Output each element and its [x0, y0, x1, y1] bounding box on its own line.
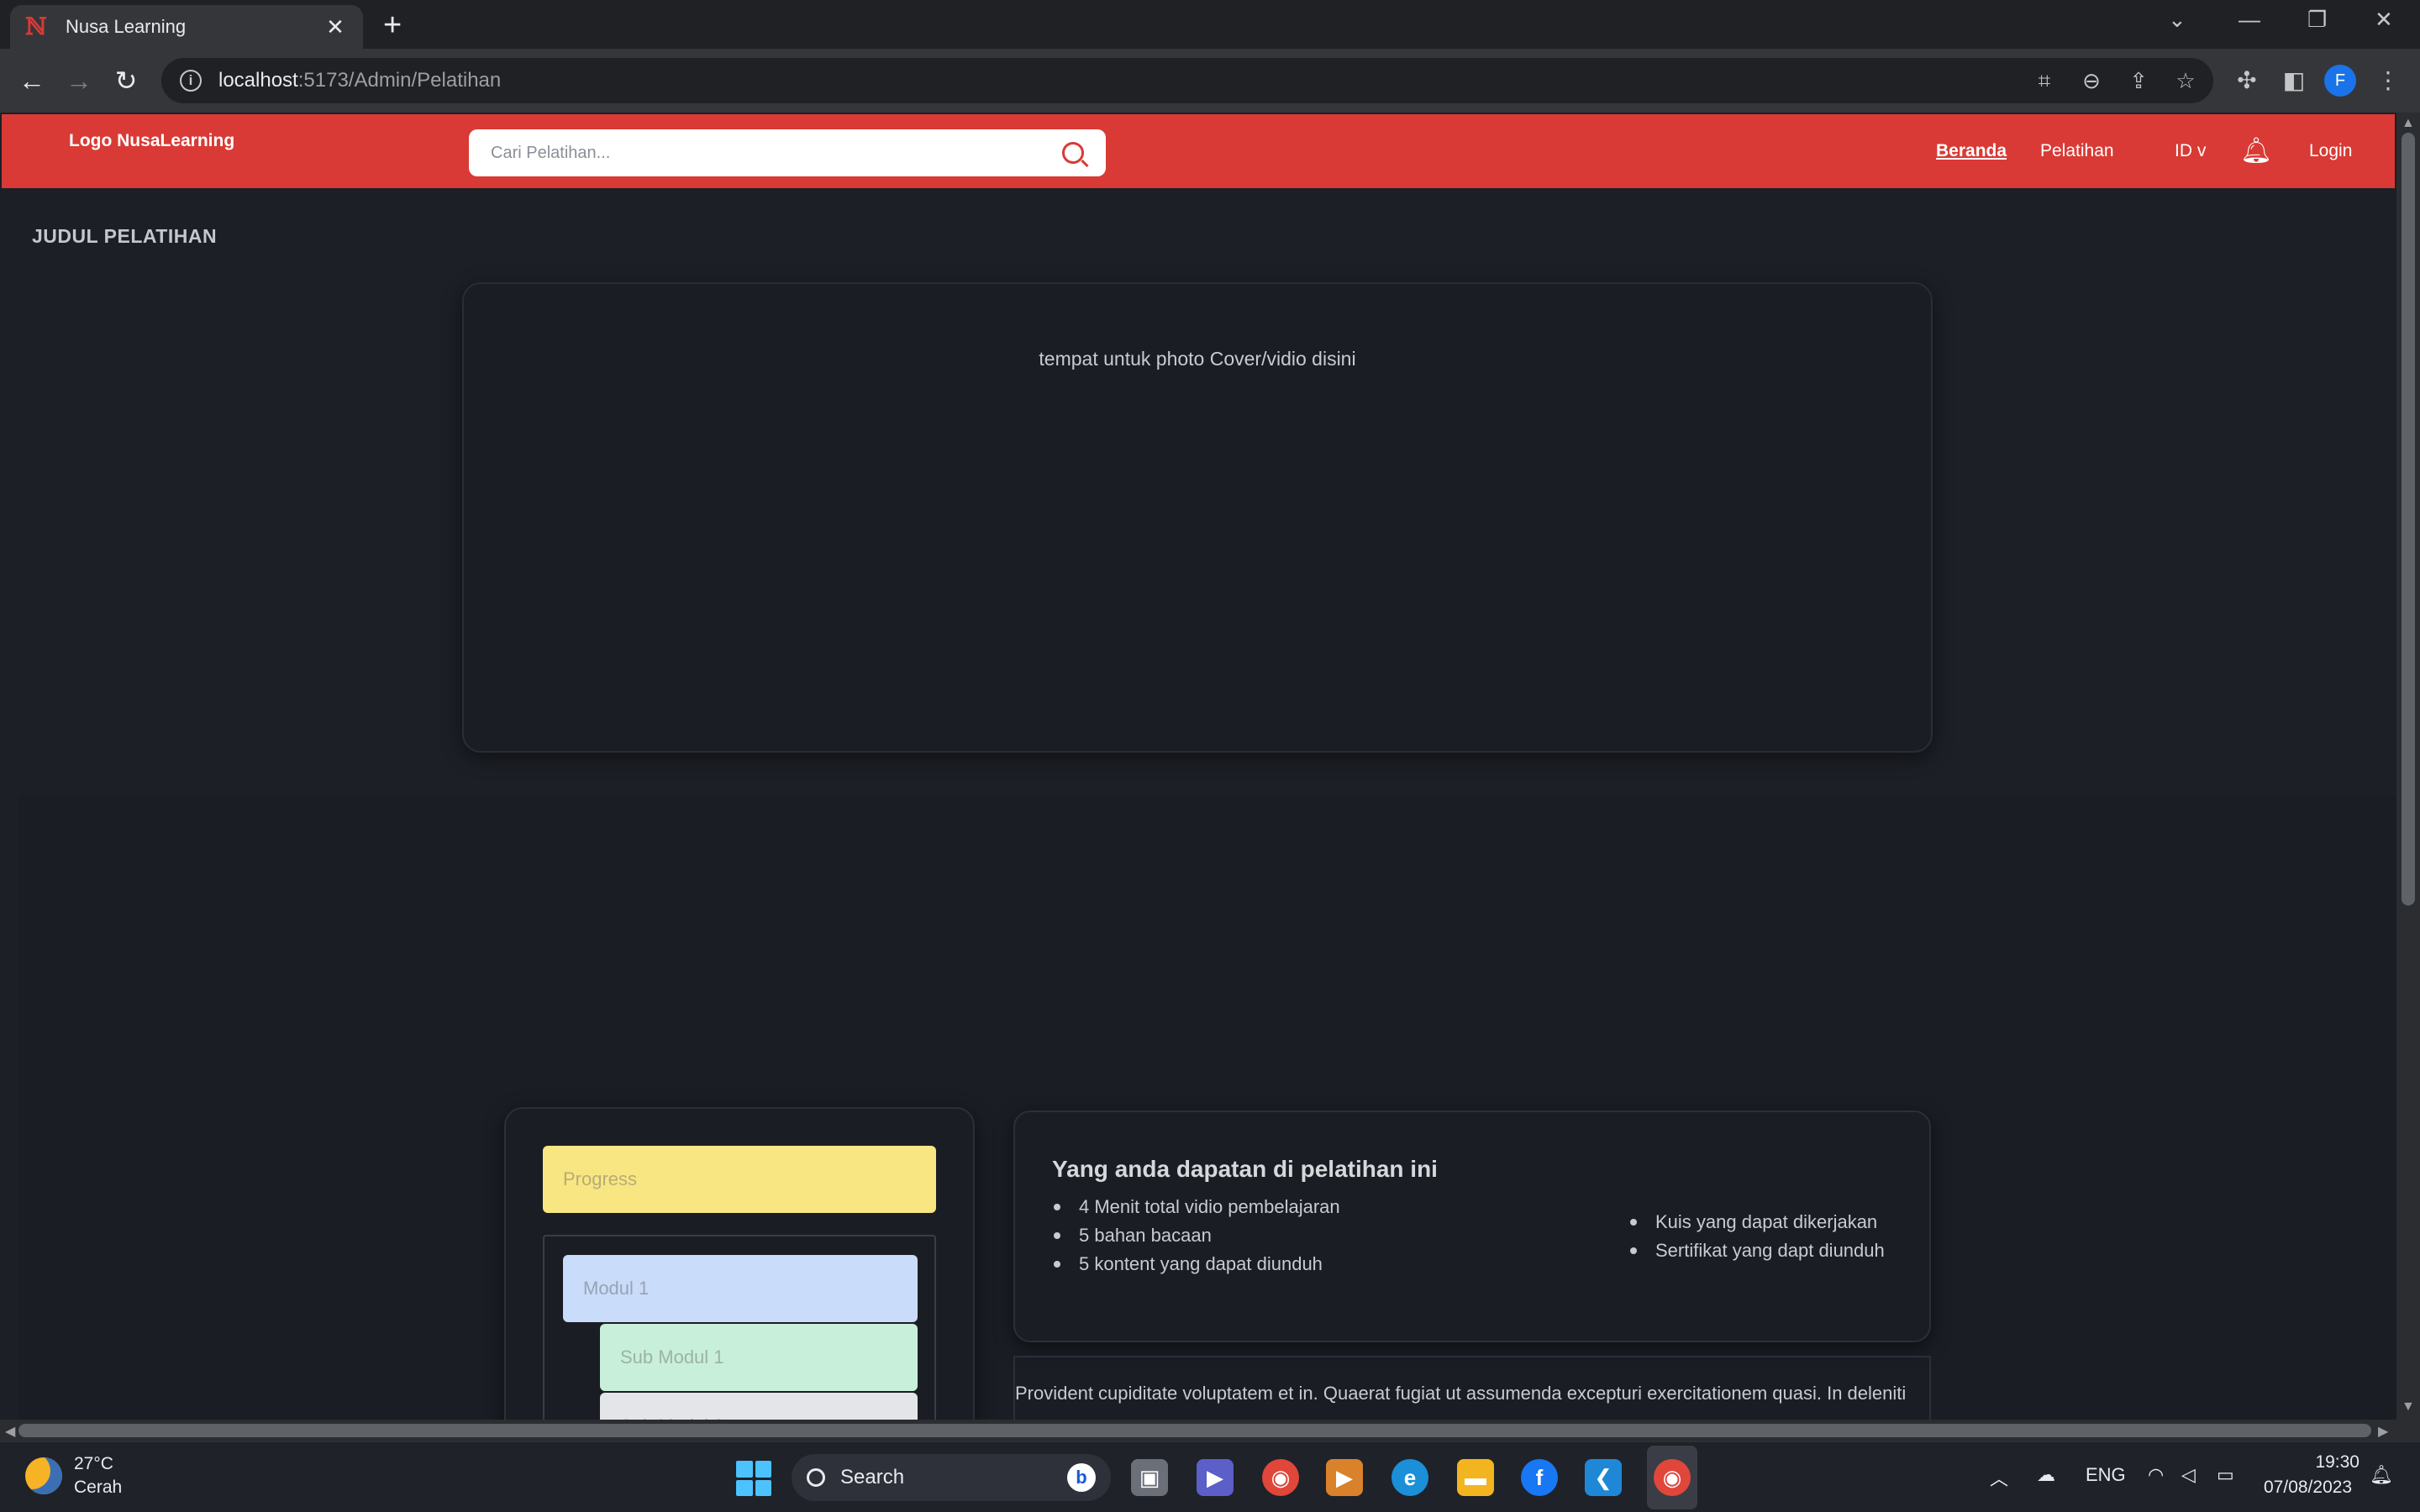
progress-panel[interactable]: Progress	[543, 1146, 936, 1213]
page-viewport: Logo NusaLearning Cari Pelatihan... Bera…	[0, 113, 2396, 1420]
wifi-icon[interactable]: ◠	[2148, 1464, 2164, 1486]
taskbar-search[interactable]: Search b	[792, 1454, 1111, 1501]
browser-menu-icon[interactable]: ⋮	[2373, 66, 2403, 96]
task-view-icon[interactable]: ▣	[1131, 1459, 1168, 1496]
search-input[interactable]: Cari Pelatihan...	[469, 129, 1106, 176]
tray-overflow-icon[interactable]: ︿	[1990, 1464, 2008, 1491]
chrome-profile-icon[interactable]: ◉	[1654, 1459, 1691, 1496]
bookmark-star-icon[interactable]: ☆	[2171, 66, 2200, 95]
side-panel-icon[interactable]: ◧	[2279, 66, 2309, 96]
facebook-icon[interactable]: f	[1521, 1459, 1558, 1496]
horizontal-scroll-thumb[interactable]	[18, 1424, 2371, 1437]
onedrive-icon[interactable]: ☁	[2037, 1464, 2055, 1486]
weather-condition: Cerah	[74, 1478, 123, 1497]
site-logo[interactable]: Logo NusaLearning	[69, 131, 234, 151]
submodule-item[interactable]: Sub Modul 2	[600, 1393, 918, 1420]
search-placeholder: Cari Pelatihan...	[491, 143, 611, 162]
benefits-list-left: 4 Menit total vidio pembelajaran 5 bahan…	[1052, 1193, 1340, 1278]
reload-button[interactable]: ↻	[108, 62, 145, 99]
minimize-button[interactable]: —	[2238, 7, 2260, 33]
page-title: JUDUL PELATIHAN	[32, 225, 218, 247]
windows-start-icon[interactable]	[736, 1461, 771, 1496]
nusa-learning-icon: ℕ	[25, 13, 47, 40]
cover-placeholder-text: tempat untuk photo Cover/vidio disini	[1039, 348, 1356, 370]
edge-icon[interactable]: e	[1392, 1459, 1428, 1496]
weather-icon[interactable]	[25, 1457, 62, 1494]
description-text: Provident cupiditate voluptatem et in. Q…	[1015, 1383, 1907, 1404]
close-window-button[interactable]: ✕	[2375, 7, 2393, 33]
forward-button[interactable]: →	[60, 62, 97, 99]
weather-temperature: 27°C	[74, 1454, 113, 1473]
login-link[interactable]: Login	[2309, 141, 2352, 161]
language-indicator[interactable]: ENG	[2086, 1464, 2126, 1486]
benefits-title: Yang anda dapatan di pelatihan ini	[1052, 1156, 1438, 1182]
browser-toolbar: ← → ↻ i localhost:5173/Admin/Pelatihan ⌗…	[0, 49, 2420, 113]
vertical-scrollbar[interactable]: ▲ ▼	[2396, 113, 2420, 1420]
browser-tab-bar: ℕ Nusa Learning ✕ + ⌄ — ❐ ✕	[0, 0, 2420, 49]
translate-icon[interactable]: ⌗	[2030, 66, 2059, 95]
teams-chat-icon[interactable]: ▶	[1197, 1459, 1234, 1496]
course-description: Provident cupiditate voluptatem et in. Q…	[1013, 1356, 1931, 1420]
list-item: 4 Menit total vidio pembelajaran	[1052, 1193, 1340, 1221]
url-text: localhost:5173/Admin/Pelatihan	[218, 69, 502, 92]
battery-icon[interactable]: ▭	[2217, 1464, 2234, 1486]
clock-time[interactable]: 19:30	[2312, 1452, 2360, 1473]
list-item: Sertifikat yang dapt diunduh	[1628, 1236, 1885, 1265]
vertical-scroll-thumb[interactable]	[2402, 133, 2415, 906]
back-button[interactable]: ←	[13, 62, 50, 99]
site-navbar: Logo NusaLearning Cari Pelatihan... Bera…	[2, 114, 2395, 188]
tab-title: Nusa Learning	[66, 16, 187, 37]
close-tab-icon[interactable]: ✕	[323, 14, 348, 40]
search-icon[interactable]	[1062, 142, 1084, 164]
extensions-icon[interactable]: ✣	[2232, 66, 2262, 96]
submodule-item[interactable]: Sub Modul 1	[600, 1324, 918, 1391]
search-icon	[807, 1468, 825, 1487]
nav-link-pelatihan[interactable]: Pelatihan	[2040, 141, 2114, 161]
nav-link-beranda[interactable]: Beranda	[1936, 141, 2007, 161]
taskbar-search-label: Search	[840, 1466, 905, 1488]
cover-media-placeholder: tempat untuk photo Cover/vidio disini	[462, 282, 1933, 753]
file-explorer-icon[interactable]: ▬	[1457, 1459, 1494, 1496]
language-selector[interactable]: ID v	[2175, 141, 2206, 161]
horizontal-scrollbar[interactable]: ◀ ▶	[0, 1420, 2420, 1441]
site-info-icon[interactable]: i	[180, 70, 202, 92]
list-item: 5 bahan bacaan	[1052, 1221, 1340, 1250]
tab-search-icon[interactable]: ⌄	[2168, 7, 2186, 33]
os-taskbar: 27°C Cerah Search b ▣ ▶ ◉ ▶ e ▬ f ❮ ◉ ︿ …	[0, 1441, 2420, 1512]
media-player-icon[interactable]: ▶	[1326, 1459, 1363, 1496]
list-item: Kuis yang dapat dikerjakan	[1628, 1208, 1885, 1236]
vscode-icon[interactable]: ❮	[1585, 1459, 1622, 1496]
scroll-left-icon[interactable]: ◀	[5, 1423, 15, 1440]
notification-center-icon[interactable]: 🔔︎	[2370, 1464, 2393, 1486]
scroll-down-icon[interactable]: ▼	[2402, 1399, 2415, 1415]
notification-bell-icon[interactable]: 🔔︎	[2240, 136, 2272, 165]
restore-button[interactable]: ❐	[2307, 7, 2327, 33]
module-list: Modul 1 Sub Modul 1 Sub Modul 2	[543, 1235, 936, 1420]
browser-tab[interactable]: ℕ Nusa Learning ✕	[10, 5, 363, 49]
volume-icon[interactable]: ◁	[2181, 1464, 2196, 1486]
address-bar[interactable]: i localhost:5173/Admin/Pelatihan ⌗ ⊖ ⇪ ☆	[161, 58, 2213, 103]
chrome-icon[interactable]: ◉	[1262, 1459, 1299, 1496]
share-icon[interactable]: ⇪	[2124, 66, 2153, 95]
new-tab-button[interactable]: +	[383, 8, 402, 42]
zoom-icon[interactable]: ⊖	[2077, 66, 2106, 95]
clock-date[interactable]: 07/08/2023	[2264, 1478, 2352, 1498]
course-benefits-card: Yang anda dapatan di pelatihan ini 4 Men…	[1013, 1110, 1931, 1342]
scroll-up-icon[interactable]: ▲	[2402, 116, 2415, 131]
profile-avatar[interactable]: F	[2324, 65, 2356, 97]
list-item: 5 kontent yang dapat diunduh	[1052, 1250, 1340, 1278]
benefits-list-right: Kuis yang dapat dikerjakan Sertifikat ya…	[1628, 1208, 1885, 1265]
bing-icon[interactable]: b	[1067, 1463, 1096, 1492]
scroll-right-icon[interactable]: ▶	[2378, 1423, 2388, 1440]
course-sidebar: Progress Modul 1 Sub Modul 1 Sub Modul 2	[504, 1107, 975, 1420]
module-item[interactable]: Modul 1	[563, 1255, 918, 1322]
